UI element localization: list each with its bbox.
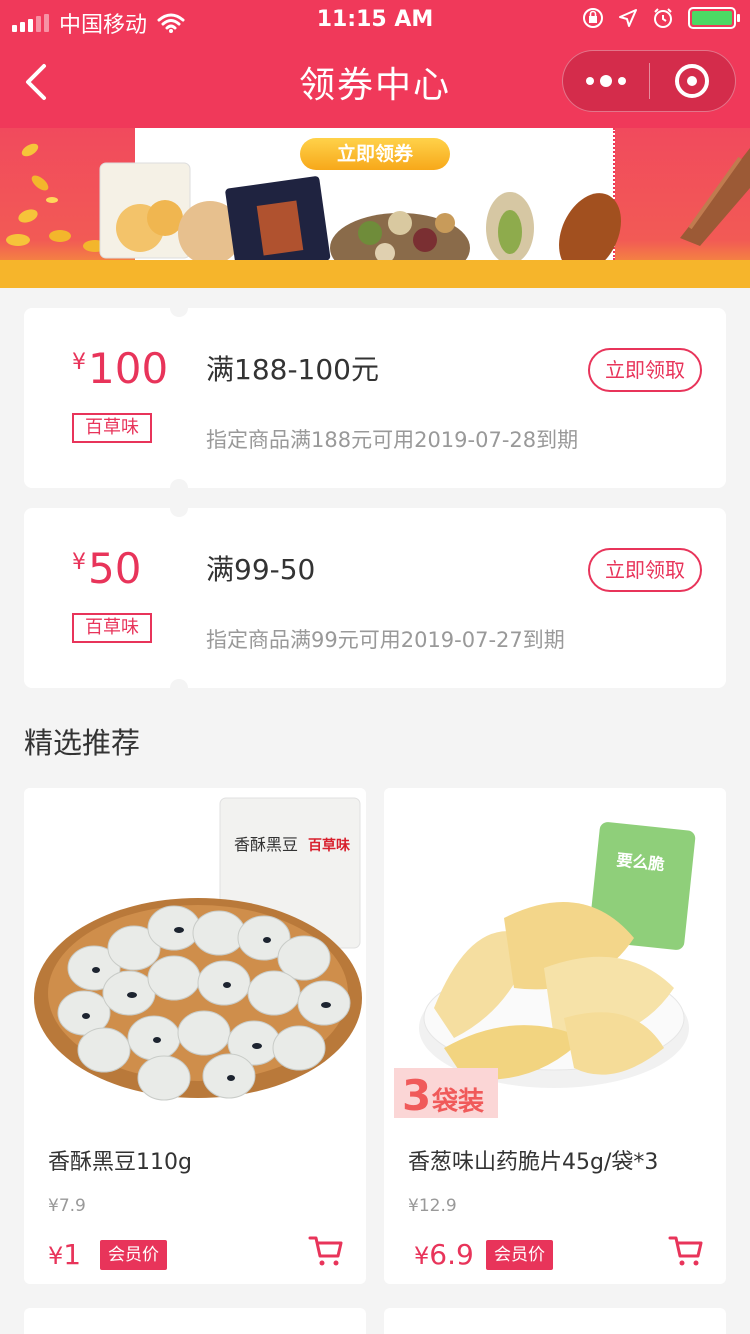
svg-text:3: 3 [402, 1071, 431, 1120]
product-image: 要么脆 3 袋装 [384, 788, 726, 1128]
coupon-card: ¥100 百草味 满188-100元 指定商品满188元可用2019-07-28… [24, 299, 726, 497]
cart-icon[interactable] [668, 1234, 704, 1268]
product-card[interactable] [384, 1308, 726, 1334]
mini-program-capsule [562, 50, 736, 112]
product-name: 香葱味山药脆片45g/袋*3 [408, 1150, 659, 1175]
product-card[interactable]: 要么脆 3 袋装 香葱味山药脆片45g/袋*3 ¥12.9 ¥6.9 会员价 [384, 788, 726, 1284]
alarm-icon [654, 8, 672, 28]
section-title: 精选推荐 [24, 726, 141, 760]
location-icon [619, 9, 637, 27]
cart-icon[interactable] [308, 1234, 344, 1268]
svg-text:百草味: 百草味 [308, 837, 350, 854]
coupon-desc: 指定商品满188元可用2019-07-28到期 [206, 428, 579, 452]
product-card[interactable]: 香酥黑豆 百草味 香酥黑豆110g ¥7.9 ¥1 会员价 [24, 788, 366, 1284]
close-mini-program-icon[interactable] [650, 51, 736, 111]
claim-coupon-button[interactable]: 立即领取 [588, 348, 702, 392]
coupon-card: ¥50 百草味 满99-50 指定商品满99元可用2019-07-27到期 立即… [24, 499, 726, 697]
original-price: ¥7.9 [48, 1196, 86, 1216]
vip-badge: 会员价 [486, 1240, 553, 1270]
svg-text:香酥黑豆: 香酥黑豆 [234, 835, 298, 854]
product-image: 香酥黑豆 百草味 [24, 788, 366, 1128]
svg-text:袋装: 袋装 [431, 1087, 484, 1117]
header: 中国移动 11:15 AM 领券中心 [0, 0, 750, 128]
coupon-desc: 指定商品满99元可用2019-07-27到期 [206, 628, 565, 652]
coupon-title: 满99-50 [206, 553, 316, 586]
battery-icon [688, 7, 740, 29]
coupon-title: 满188-100元 [206, 353, 379, 386]
lock-rotation-icon [583, 8, 603, 28]
member-price: ¥1 [48, 1238, 82, 1271]
coupon-brand-tag: 百草味 [72, 613, 152, 643]
banner-footer [0, 260, 750, 288]
status-bar: 中国移动 11:15 AM [0, 0, 750, 40]
more-icon[interactable] [563, 51, 649, 111]
claim-coupon-button[interactable]: 立即领取 [588, 548, 702, 592]
product-name: 香酥黑豆110g [48, 1150, 192, 1175]
cinnamon-image [680, 148, 750, 246]
member-price: ¥6.9 [414, 1238, 474, 1271]
product-card[interactable] [24, 1308, 366, 1334]
coupon-brand-tag: 百草味 [72, 413, 152, 443]
promo-banner[interactable]: 立即领券 [0, 128, 750, 288]
coupon-amount: ¥100 [72, 344, 169, 393]
original-price: ¥12.9 [408, 1196, 457, 1216]
vip-badge: 会员价 [100, 1240, 167, 1270]
banner-claim-button[interactable]: 立即领券 [300, 138, 450, 170]
coupon-amount: ¥50 [72, 544, 142, 593]
